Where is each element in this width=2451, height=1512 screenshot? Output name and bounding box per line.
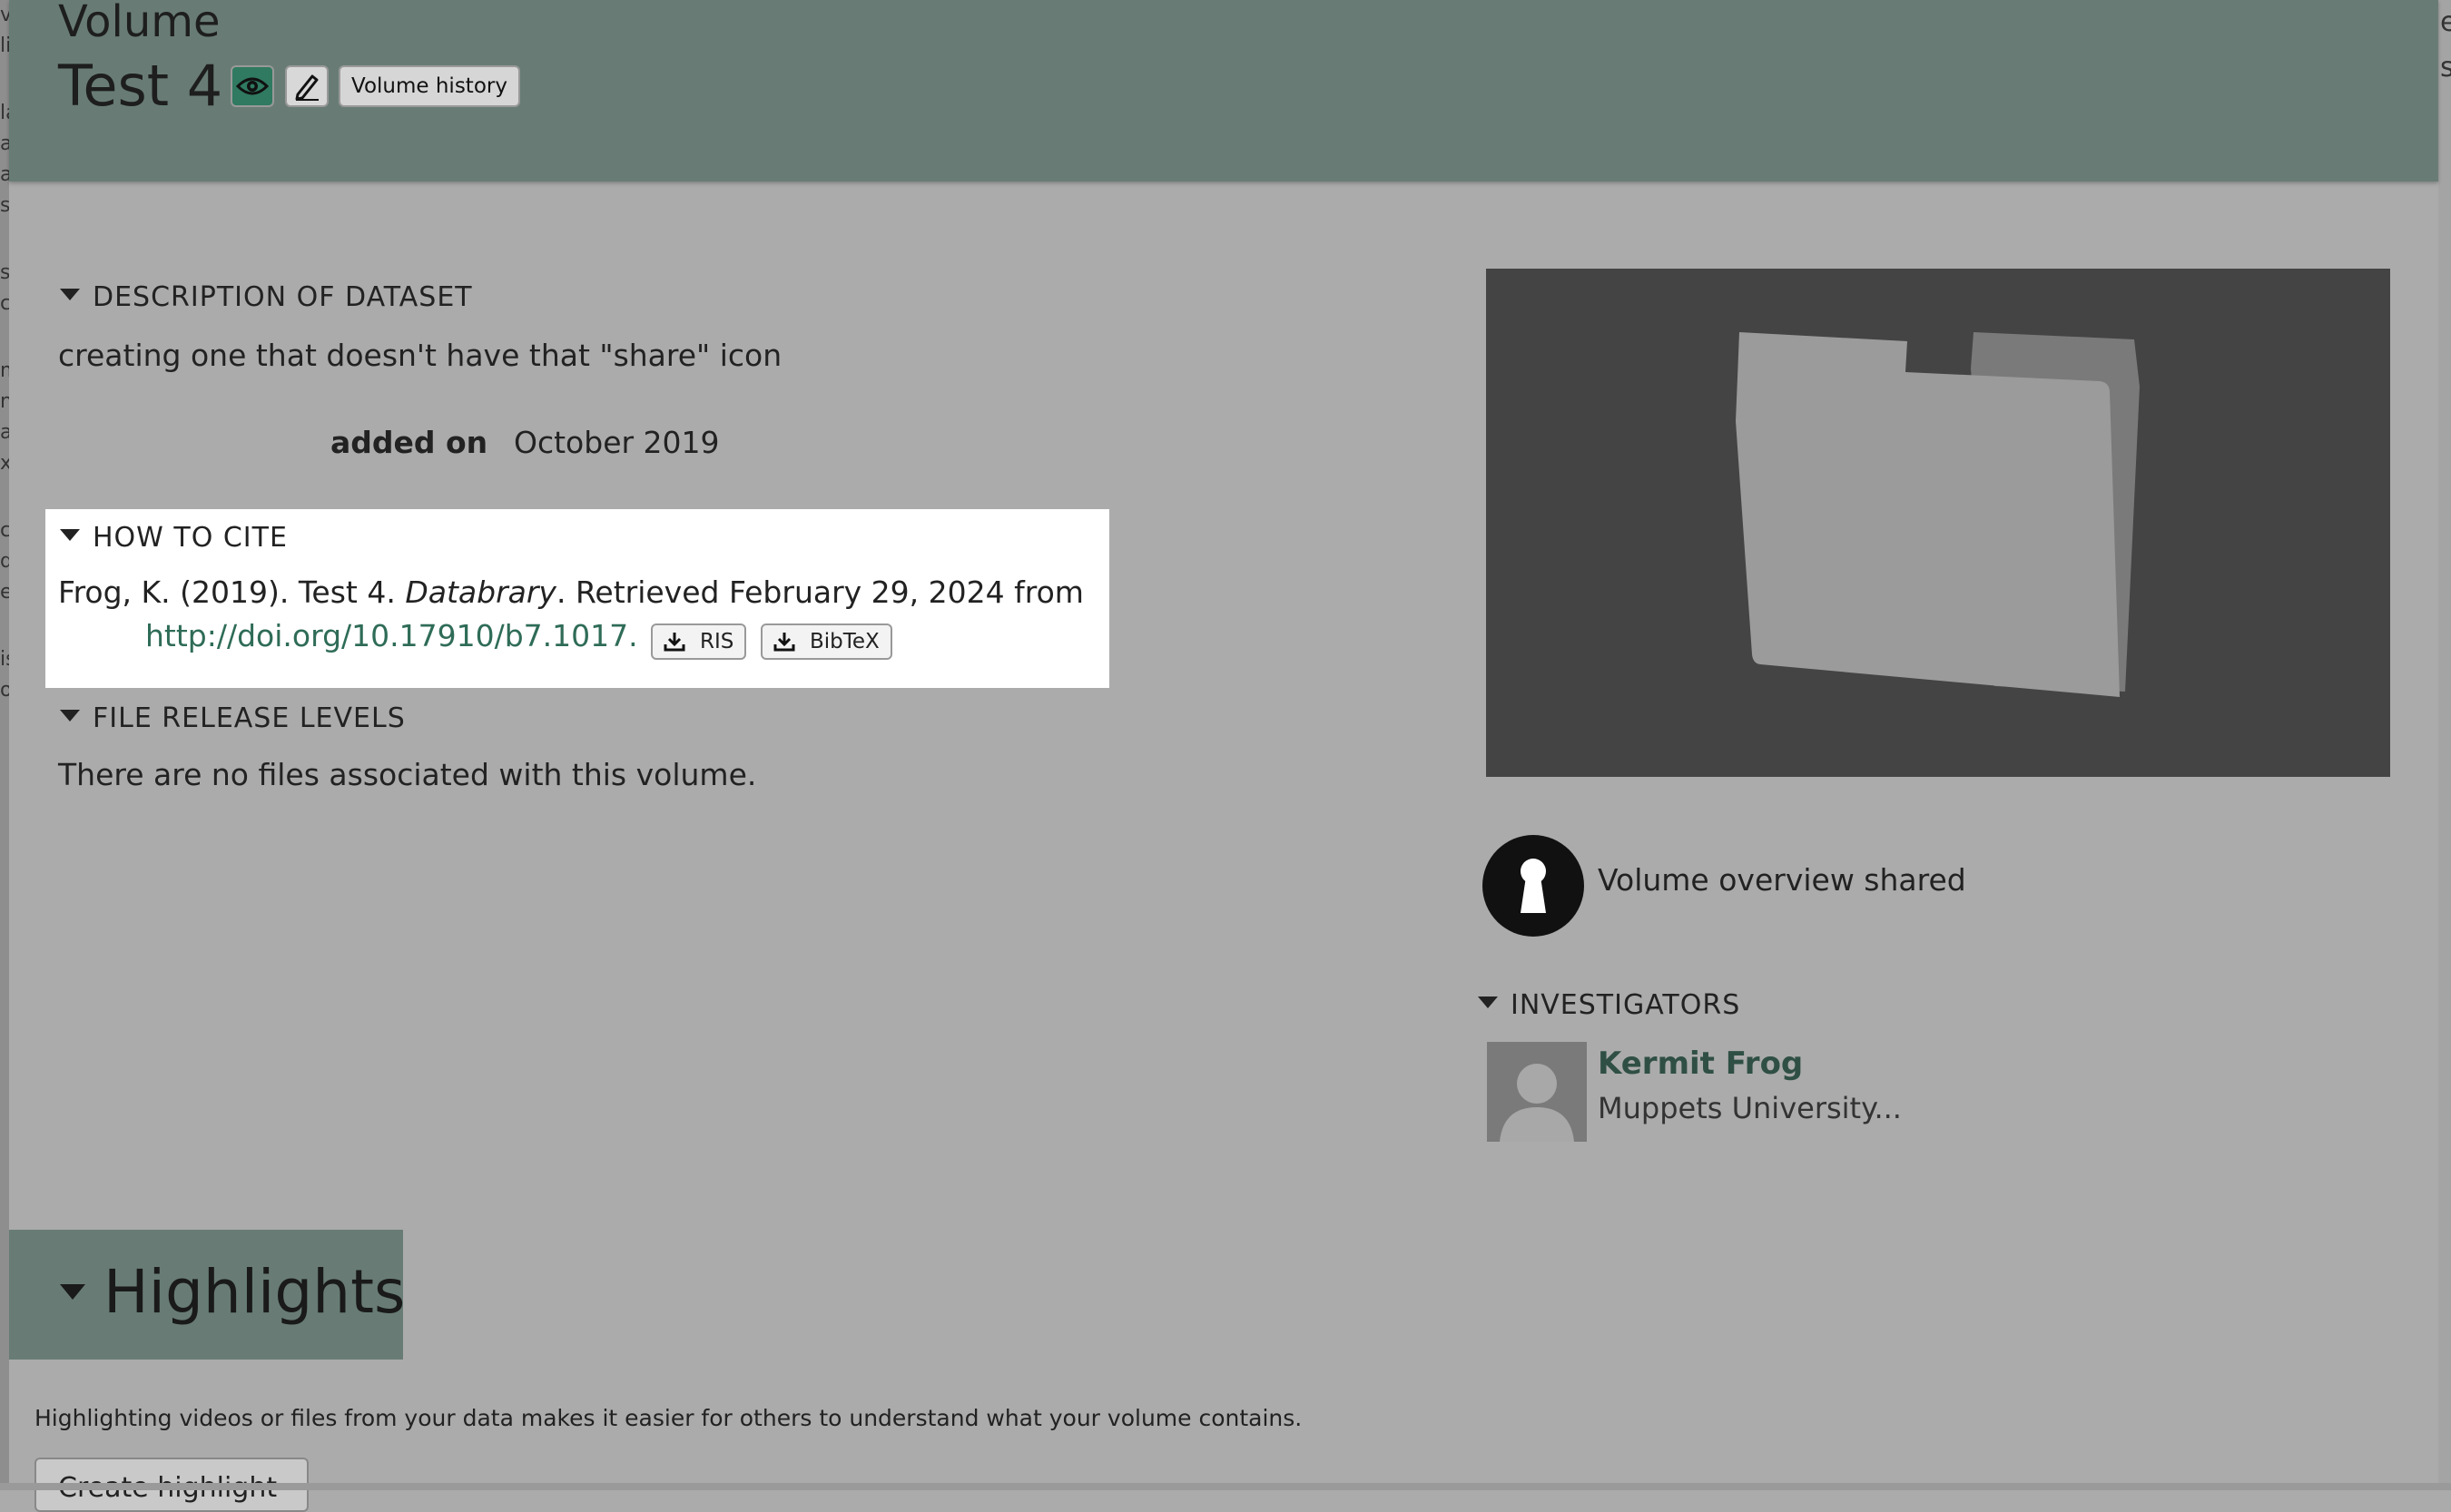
cite-panel: HOW TO CITE Frog, K. (2019). Test 4. Dat…: [45, 509, 1109, 688]
collapse-triangle-icon: [60, 710, 80, 722]
collapse-triangle-icon: [1478, 997, 1498, 1008]
edge-text: a: [0, 421, 9, 444]
edge-text: a: [0, 163, 9, 186]
edge-text: nt: [0, 390, 9, 413]
edge-text: s: [2440, 52, 2451, 83]
citation-publisher: Databrary: [405, 574, 556, 610]
citation-authors: Frog, K. (2019). Test 4.: [58, 574, 406, 610]
highlights-help-text: Highlighting videos or files from your d…: [34, 1405, 1303, 1431]
citation-text: Frog, K. (2019). Test 4. Databrary. Retr…: [58, 574, 1084, 610]
description-section-header[interactable]: DESCRIPTION OF DATASET: [60, 281, 473, 313]
edge-text: s: [0, 261, 9, 284]
download-icon: [664, 633, 685, 652]
edge-text: eg: [2440, 6, 2451, 38]
download-icon: [773, 633, 795, 652]
page-bottom-edge: [0, 1483, 2451, 1490]
investigators-section-header[interactable]: INVESTIGATORS: [1478, 989, 1740, 1021]
highlights-heading: Highlights: [103, 1257, 406, 1327]
edge-text: c: [0, 519, 9, 542]
added-on-value: October 2019: [514, 425, 720, 460]
edge-text: oe: [0, 679, 9, 702]
highlights-section-header[interactable]: Highlights: [9, 1230, 405, 1360]
doi-link[interactable]: http://doi.org/10.17910/b7.1017: [145, 618, 628, 653]
citation-retrieved: . Retrieved February 29, 2024 from: [556, 574, 1084, 610]
edge-text: xt: [0, 452, 9, 475]
pencil-icon: [295, 74, 319, 101]
edge-text: li: [0, 34, 9, 57]
view-toggle-button[interactable]: [231, 65, 274, 107]
bibtex-label: BibTeX: [810, 630, 880, 653]
sharing-status-text: Volume overview shared: [1598, 862, 1966, 898]
edit-button[interactable]: [285, 65, 329, 107]
edge-text: s: [0, 194, 9, 217]
download-bibtex-button[interactable]: BibTeX: [761, 623, 892, 660]
sharing-status-badge: [1482, 835, 1584, 937]
ris-label: RIS: [700, 630, 734, 653]
collapse-triangle-icon: [60, 529, 80, 541]
volume-history-button[interactable]: Volume history: [339, 65, 520, 107]
background-page-edge-right: eg s: [2438, 0, 2451, 1490]
cite-heading: HOW TO CITE: [93, 522, 288, 554]
doi-suffix: .: [628, 618, 638, 653]
collapse-triangle-icon: [60, 1284, 85, 1300]
edge-text: la: [0, 102, 9, 124]
description-text: creating one that doesn't have that "sha…: [58, 338, 783, 373]
investigator-affiliation: Muppets University...: [1598, 1091, 1902, 1125]
description-heading: DESCRIPTION OF DATASET: [93, 281, 473, 313]
release-heading: FILE RELEASE LEVELS: [93, 702, 406, 734]
edge-text: c: [0, 292, 9, 315]
citation-doi-line: http://doi.org/10.17910/b7.1017.: [145, 618, 638, 653]
download-ris-button[interactable]: RIS: [651, 623, 747, 660]
lock-icon: [1521, 859, 1546, 913]
edge-text: d: [0, 550, 9, 573]
investigators-heading: INVESTIGATORS: [1511, 989, 1741, 1021]
volume-title: Test 4: [58, 53, 223, 119]
background-page-edge-left: v li la a a s s c m nt a xt c d e is oe: [0, 0, 9, 1490]
collapse-triangle-icon: [60, 289, 80, 300]
edge-text: v: [0, 4, 9, 26]
volume-header: Volume Test 4 Volume history: [9, 0, 2438, 182]
release-section-header[interactable]: FILE RELEASE LEVELS: [60, 702, 406, 734]
highlights-title: Highlights: [60, 1257, 405, 1327]
investigator-name-link[interactable]: Kermit Frog: [1598, 1046, 1803, 1082]
edge-text: is: [0, 648, 9, 671]
edge-text: m: [0, 356, 9, 387]
avatar[interactable]: [1487, 1042, 1587, 1142]
release-text: There are no files associated with this …: [58, 757, 757, 792]
cite-section-header[interactable]: HOW TO CITE: [60, 522, 288, 554]
edge-text: a: [0, 133, 9, 155]
person-icon: [1500, 1064, 1574, 1142]
folder-icon: [1736, 332, 2140, 697]
volume-kind-label: Volume: [58, 0, 221, 47]
eye-icon: [236, 77, 269, 95]
edge-text: e: [0, 581, 9, 604]
volume-thumbnail: [1486, 269, 2390, 777]
added-on-label: added on: [330, 425, 488, 460]
